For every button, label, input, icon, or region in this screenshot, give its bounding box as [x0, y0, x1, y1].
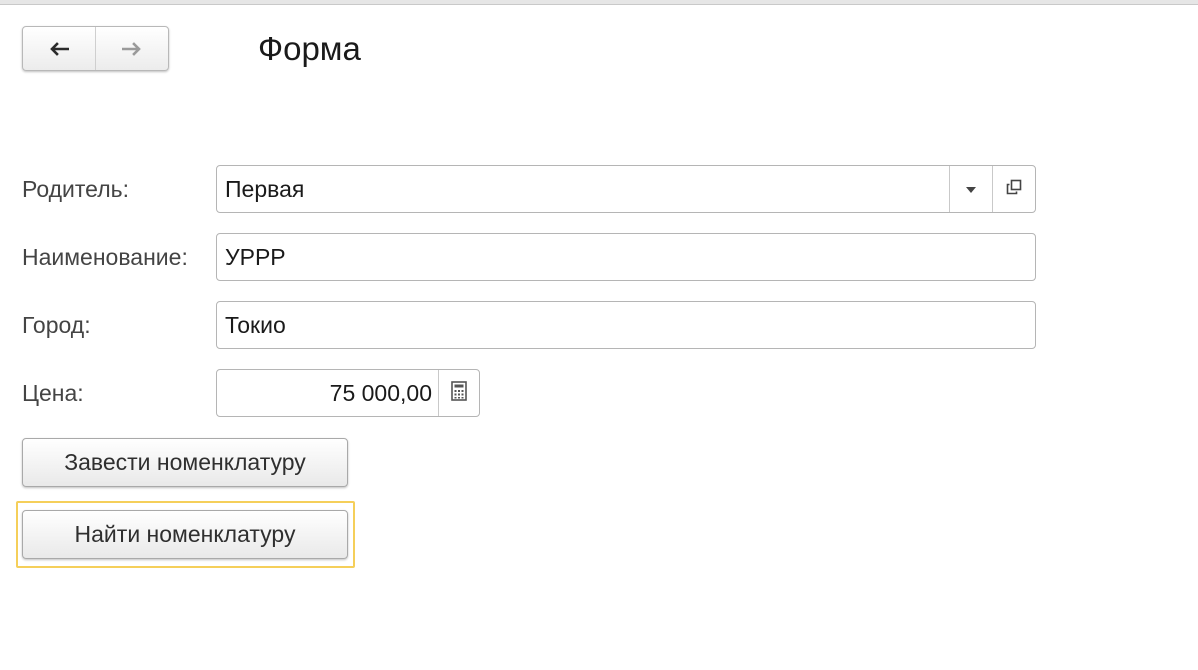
- parent-open-button[interactable]: [992, 166, 1035, 212]
- parent-label: Родитель:: [22, 176, 129, 202]
- price-input[interactable]: 75 000,00: [217, 370, 438, 416]
- create-nomenclature-button[interactable]: Завести номенклатуру: [22, 438, 348, 487]
- city-field[interactable]: Токио: [216, 301, 1036, 349]
- calculator-button[interactable]: [438, 370, 479, 416]
- chevron-down-icon: [966, 180, 976, 198]
- name-field[interactable]: УРРР: [216, 233, 1036, 281]
- name-label: Наименование:: [22, 244, 188, 270]
- arrow-left-icon: [49, 41, 69, 56]
- page-title: Форма: [258, 30, 361, 67]
- price-field[interactable]: 75 000,00: [216, 369, 480, 417]
- open-icon: [1005, 178, 1023, 201]
- parent-dropdown-button[interactable]: [949, 166, 992, 212]
- forward-button[interactable]: [95, 27, 168, 70]
- find-nomenclature-button[interactable]: Найти номенклатуру: [22, 510, 348, 559]
- city-input[interactable]: Токио: [217, 302, 1035, 348]
- price-label: Цена:: [22, 380, 84, 406]
- calculator-icon: [451, 380, 467, 406]
- city-label: Город:: [22, 312, 91, 338]
- window-top-border: [0, 0, 1198, 5]
- navigation-buttons: [22, 26, 169, 71]
- parent-field[interactable]: Первая: [216, 165, 1036, 213]
- parent-input[interactable]: Первая: [217, 166, 949, 212]
- name-input[interactable]: УРРР: [217, 234, 1035, 280]
- arrow-right-icon: [122, 41, 142, 56]
- back-button[interactable]: [23, 27, 95, 70]
